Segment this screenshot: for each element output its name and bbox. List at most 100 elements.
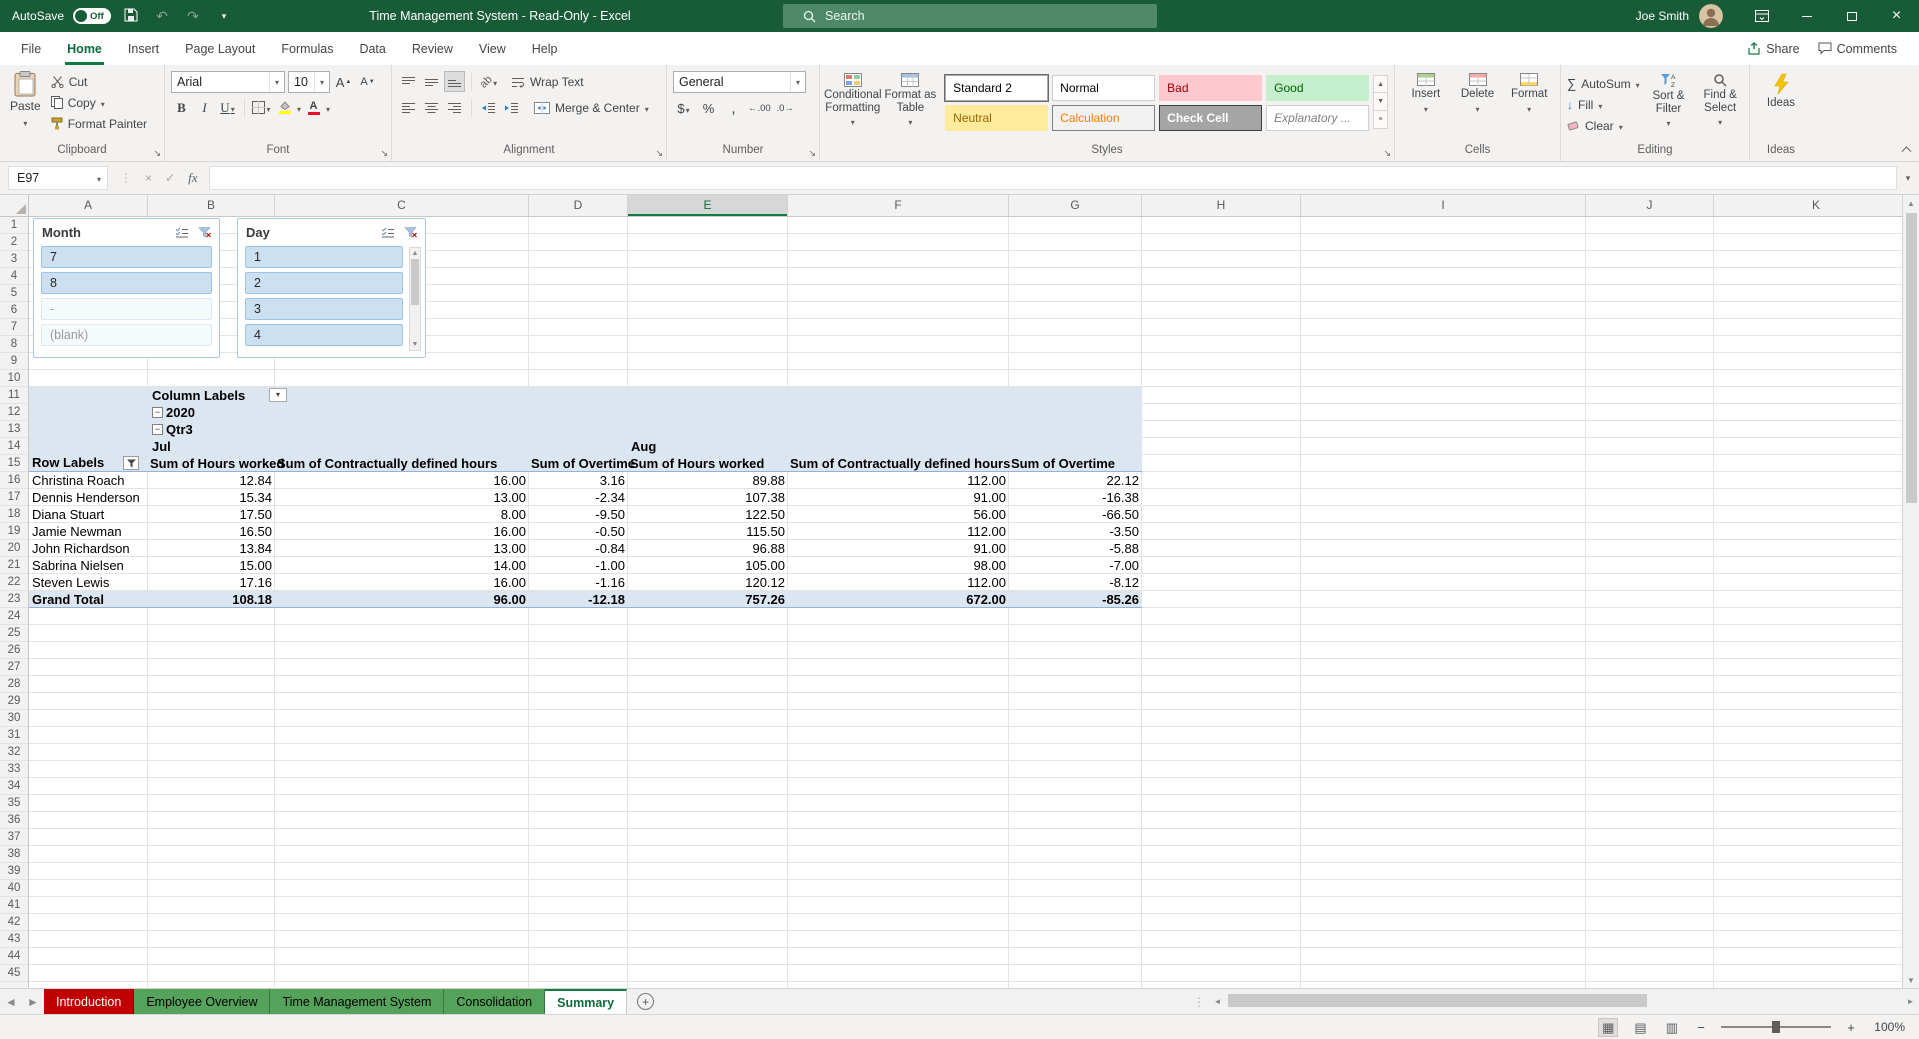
cell-style-good[interactable]: Good [1266,75,1370,101]
alignment-dialog-launcher[interactable]: ↘ [655,149,663,158]
fill-color-caret[interactable] [297,99,301,117]
name-box-caret[interactable] [91,171,107,185]
confirm-entry-button[interactable]: ✓ [165,171,175,185]
paste-dropdown[interactable] [23,115,27,129]
row-header-5[interactable]: 5 [0,285,28,302]
pivot-value-cell[interactable]: 91.00 [788,540,1009,557]
horizontal-scroll-thumb[interactable] [1228,994,1648,1007]
collapse-year-button[interactable]: − [152,407,163,418]
find-select-caret[interactable] [1718,116,1722,130]
row-header-38[interactable]: 38 [0,846,28,863]
pivot-value-cell[interactable]: 17.16 [148,574,275,591]
copy-button[interactable]: Copy [50,92,147,113]
minimize-button[interactable] [1784,0,1829,32]
pivot-value-cell[interactable]: 17.50 [148,506,275,523]
pivot-value-cell[interactable]: 16.00 [275,574,529,591]
italic-button[interactable]: I [194,97,215,118]
pivot-value-cell[interactable]: -0.84 [529,540,628,557]
styles-dialog-launcher[interactable]: ↘ [1383,149,1391,158]
decrease-indent-button[interactable] [478,97,499,118]
font-color-caret[interactable] [326,99,330,117]
row-header-12[interactable]: 12 [0,404,28,421]
row-header-44[interactable]: 44 [0,948,28,965]
menu-tab-help[interactable]: Help [519,32,571,65]
column-header-J[interactable]: J [1586,195,1714,216]
collapse-quarter-button[interactable]: − [152,424,163,435]
row-header-4[interactable]: 4 [0,268,28,285]
sheet-tab-introduction[interactable]: Introduction [44,989,135,1014]
pivot-value-cell[interactable]: 14.00 [275,557,529,574]
zoom-out-button[interactable]: − [1694,1020,1708,1035]
column-header-A[interactable]: A [29,195,148,216]
fill-caret[interactable] [1598,98,1602,112]
pivot-value-cell[interactable]: -1.00 [529,557,628,574]
sheet-tab-time-management-system[interactable]: Time Management System [270,989,445,1014]
pivot-row-name[interactable]: Diana Stuart [29,506,148,523]
cell-style-check-cell[interactable]: Check Cell [1159,105,1263,131]
column-header-D[interactable]: D [529,195,628,216]
accounting-format-button[interactable]: $ [673,98,694,119]
pivot-row-name[interactable]: Dennis Henderson [29,489,148,506]
row-header-15[interactable]: 15 [0,455,28,472]
conditional-formatting-caret[interactable] [851,116,855,130]
row-header-27[interactable]: 27 [0,659,28,676]
normal-view-button[interactable]: ▦ [1598,1017,1619,1037]
delete-cells-button[interactable]: Delete [1453,69,1503,143]
autosave-toggle[interactable]: Off [73,8,112,24]
menu-tab-data[interactable]: Data [346,32,398,65]
slicer-clear-filter-button[interactable] [400,224,420,241]
user-avatar[interactable] [1699,4,1723,28]
column-header-B[interactable]: B [148,195,275,216]
slicer-scroll-down[interactable]: ▼ [412,339,419,350]
formula-input[interactable] [209,166,1897,190]
slicer-item-1[interactable]: 1 [245,246,403,268]
pivot-value-cell[interactable]: -2.34 [529,489,628,506]
slicer-multiselect-button[interactable] [172,224,192,241]
slicer-multiselect-button[interactable] [378,224,398,241]
pivot-value-cell[interactable]: 15.34 [148,489,275,506]
row-header-9[interactable]: 9 [0,353,28,370]
pivot-value-cell[interactable]: -3.50 [1009,523,1142,540]
cell-style-standard-2[interactable]: Standard 2 [945,75,1049,101]
slicer-item--blank-[interactable]: (blank) [41,324,212,346]
pivot-value-cell[interactable]: 91.00 [788,489,1009,506]
underline-caret[interactable] [231,100,235,116]
top-align-button[interactable] [398,71,419,92]
pivot-value-cell[interactable]: 56.00 [788,506,1009,523]
row-header-28[interactable]: 28 [0,676,28,693]
pivot-value-cell[interactable]: 122.50 [628,506,788,523]
cell-style-normal[interactable]: Normal [1052,75,1156,101]
clipboard-dialog-launcher[interactable]: ↘ [153,149,161,158]
sheet-tab-summary[interactable]: Summary [545,989,628,1014]
underline-button[interactable]: U [217,97,238,118]
new-sheet-button[interactable]: + [637,993,655,1010]
pivot-row-name[interactable]: Christina Roach [29,472,148,489]
row-header-7[interactable]: 7 [0,319,28,336]
row-header-33[interactable]: 33 [0,761,28,778]
gallery-expand-button[interactable]: ≡ [1373,111,1389,129]
slicer-item-8[interactable]: 8 [41,272,212,294]
page-break-view-button[interactable]: ▥ [1663,1019,1681,1036]
pivot-value-cell[interactable]: -1.16 [529,574,628,591]
row-header-40[interactable]: 40 [0,880,28,897]
number-format-combo[interactable]: General [673,71,806,93]
pivot-value-cell[interactable]: -9.50 [529,506,628,523]
format-as-table-caret[interactable] [908,116,912,130]
fill-button[interactable]: ↓ Fill [1567,94,1640,115]
percent-style-button[interactable]: % [698,98,719,119]
row-header-23[interactable]: 23 [0,591,28,608]
sheet-tab-consolidation[interactable]: Consolidation [444,989,546,1014]
row-header-35[interactable]: 35 [0,795,28,812]
align-center-button[interactable] [421,97,442,118]
horizontal-scrollbar[interactable]: ◄ ► [1209,989,1919,1014]
pivot-value-cell[interactable]: 13.00 [275,489,529,506]
ribbon-display-options-button[interactable] [1739,0,1784,32]
pivot-row-name[interactable]: Jamie Newman [29,523,148,540]
orientation-button[interactable]: ab [477,71,499,92]
pivot-value-cell[interactable]: -8.12 [1009,574,1142,591]
column-header-G[interactable]: G [1009,195,1142,216]
zoom-in-button[interactable]: + [1844,1020,1858,1035]
pivot-value-cell[interactable]: 13.00 [275,540,529,557]
format-as-table-button[interactable]: Format as Table [882,69,940,143]
row-header-11[interactable]: 11 [0,387,28,404]
